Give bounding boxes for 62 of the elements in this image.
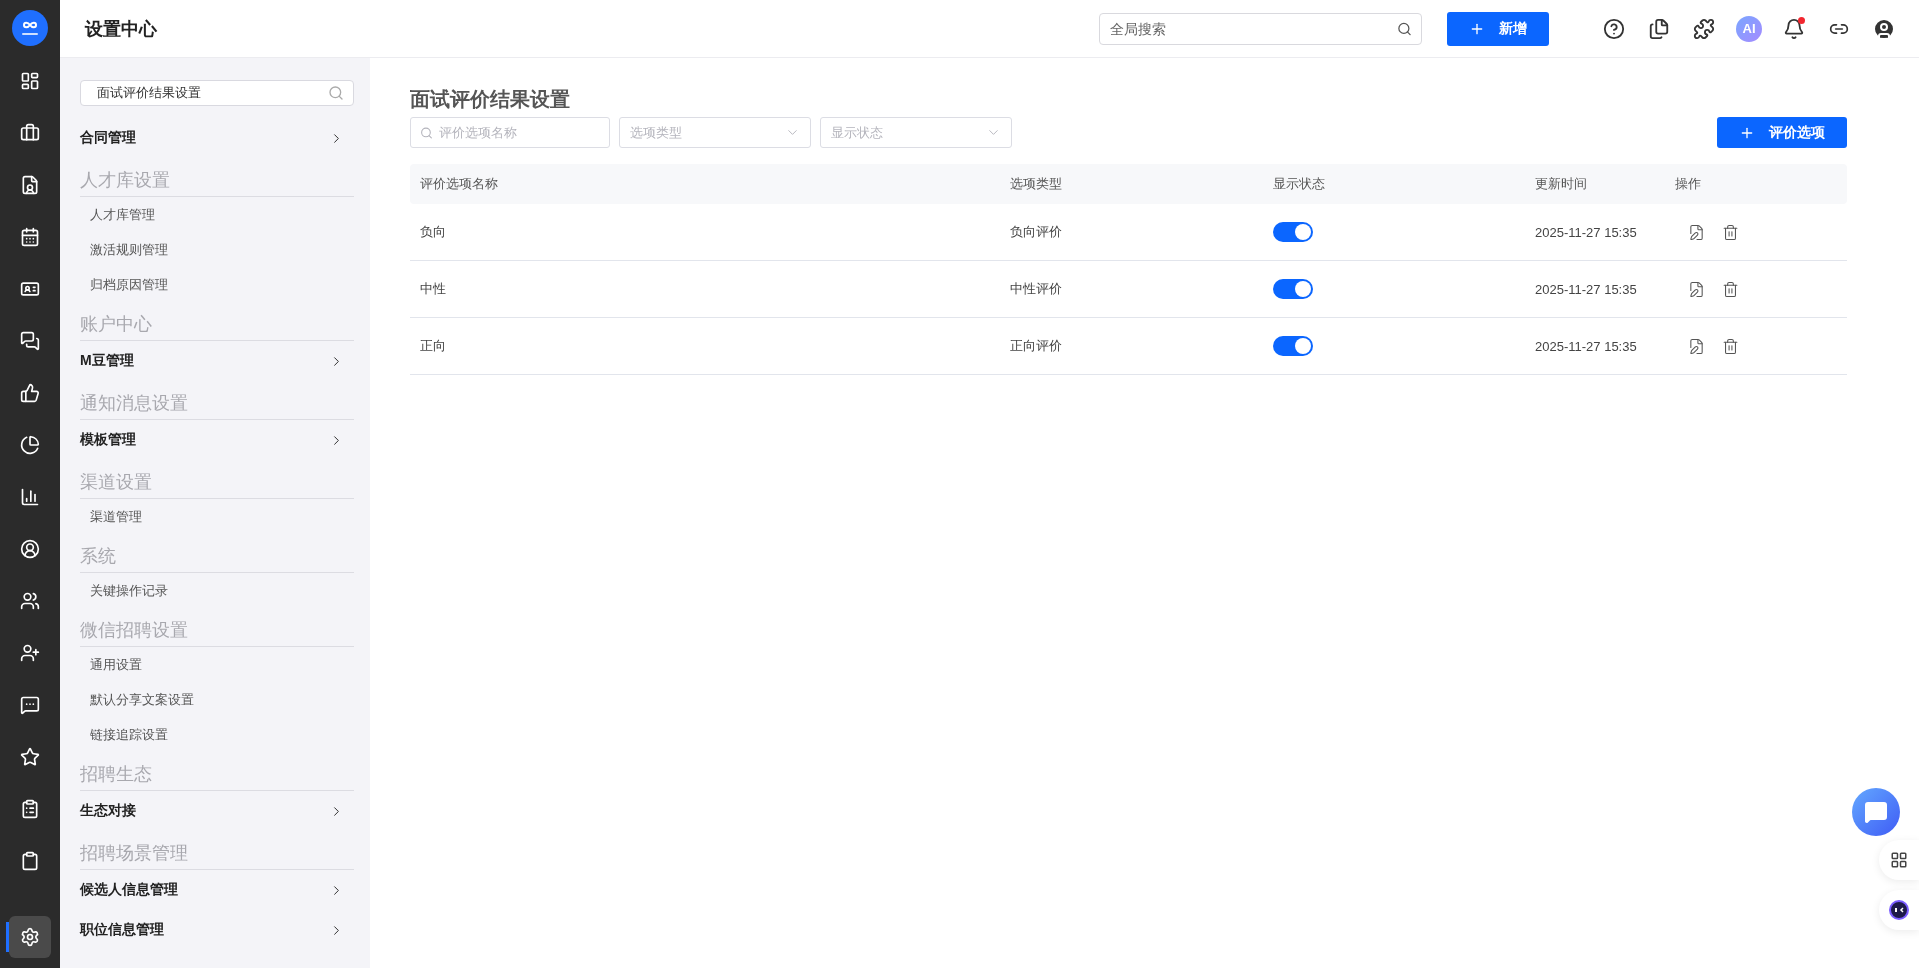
section-heading: 微信招聘设置: [80, 608, 354, 647]
global-search-field[interactable]: 全局搜索: [1099, 12, 1422, 45]
search-icon: [420, 126, 433, 139]
section-heading: 招聘生态: [80, 752, 354, 791]
delete-icon[interactable]: [1721, 280, 1739, 298]
name-search-field[interactable]: 评价选项名称: [410, 117, 610, 148]
edit-icon[interactable]: [1687, 280, 1705, 298]
section-heading: 招聘场景管理: [80, 831, 354, 870]
submenu-item[interactable]: 归档原因管理: [80, 267, 354, 302]
delete-icon[interactable]: [1721, 223, 1739, 241]
submenu-item[interactable]: 链接追踪设置: [80, 717, 354, 752]
section-heading: 人才库设置: [80, 158, 354, 197]
chat-button[interactable]: [1852, 788, 1900, 836]
column-header: 评价选项名称: [420, 175, 499, 193]
visibility-toggle[interactable]: [1273, 279, 1313, 299]
add-button[interactable]: 新增: [1447, 11, 1549, 46]
table-cell-text: 负向: [420, 223, 447, 241]
column-header: 显示状态: [1273, 175, 1326, 193]
table-cell-text: 中性: [420, 280, 447, 298]
table-cell-text: 2025-11-27 15:35: [1535, 281, 1638, 297]
sidebar-search-field[interactable]: 面试评价结果设置: [80, 80, 354, 106]
delete-icon[interactable]: [1721, 337, 1739, 355]
submenu-item[interactable]: 激活规则管理: [80, 232, 354, 267]
grid-icon: [1890, 851, 1908, 869]
submenu-item[interactable]: 通用设置: [80, 647, 354, 682]
visibility-toggle[interactable]: [1273, 336, 1313, 356]
submenu-item[interactable]: 默认分享文案设置: [80, 682, 354, 717]
section-heading: 账户中心: [80, 302, 354, 341]
edit-icon[interactable]: [1687, 223, 1705, 241]
column-header: 操作: [1675, 175, 1702, 193]
table-cell-text: 中性评价: [1010, 280, 1063, 298]
submenu-item[interactable]: 渠道管理: [80, 499, 354, 534]
table-cell-text: 2025-11-27 15:35: [1535, 338, 1638, 354]
apps-button[interactable]: [1879, 840, 1919, 880]
settings-icon[interactable]: [9, 916, 51, 958]
menu-item[interactable]: 候选人信息管理: [80, 870, 354, 910]
table-cell-text: 负向评价: [1010, 223, 1063, 241]
menu-item[interactable]: 生态对接: [80, 791, 354, 831]
section-heading: 渠道设置: [80, 460, 354, 499]
menu-item[interactable]: M豆管理: [80, 341, 354, 381]
chat-bubble-icon: [1864, 800, 1888, 824]
menu-item[interactable]: 模板管理: [80, 420, 354, 460]
column-header: 选项类型: [1010, 175, 1063, 193]
robot-face-icon: [1888, 899, 1910, 921]
column-header: 更新时间: [1535, 175, 1588, 193]
table-cell-text: 2025-11-27 15:35: [1535, 224, 1638, 240]
app-title: 设置中心: [85, 17, 157, 41]
page-title: 面试评价结果设置: [410, 87, 571, 112]
add-option-button[interactable]: 评价选项: [1717, 117, 1847, 148]
edit-icon[interactable]: [1687, 337, 1705, 355]
menu-item[interactable]: 合同管理: [80, 118, 354, 158]
visibility-toggle[interactable]: [1273, 222, 1313, 242]
logo-icon[interactable]: [12, 10, 48, 46]
search-icon[interactable]: [1397, 21, 1412, 36]
submenu-item[interactable]: 关键操作记录: [80, 573, 354, 608]
section-heading: 通知消息设置: [80, 381, 354, 420]
section-heading: 系统: [80, 534, 354, 573]
table-cell-text: 正向: [420, 337, 447, 355]
menu-item[interactable]: 职位信息管理: [80, 910, 354, 950]
table-cell-text: 正向评价: [1010, 337, 1063, 355]
submenu-item[interactable]: 人才库管理: [80, 197, 354, 232]
assistant-button[interactable]: [1879, 890, 1919, 930]
